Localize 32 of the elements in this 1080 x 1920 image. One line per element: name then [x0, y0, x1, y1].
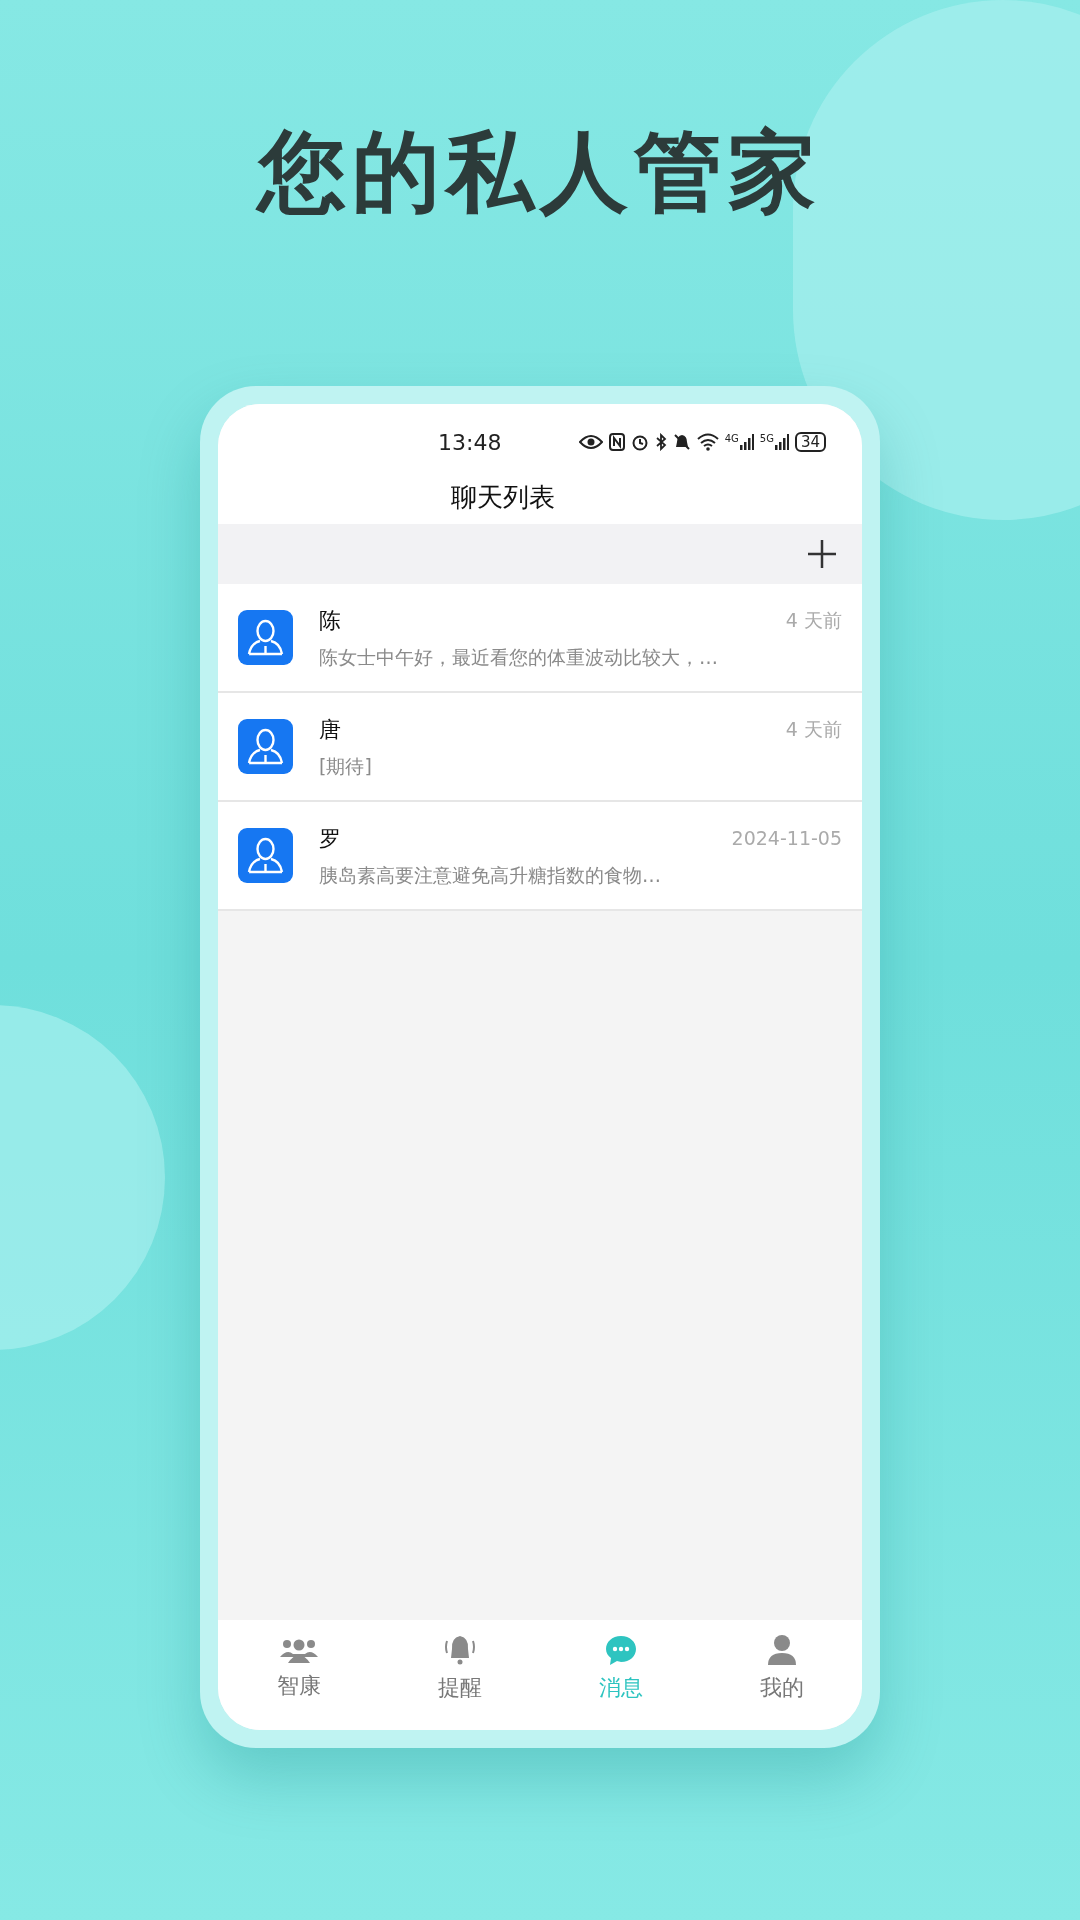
message-time: 4 天前	[785, 717, 842, 742]
contact-name: 陈	[319, 606, 341, 635]
network-type-label: 5G	[759, 434, 774, 444]
chat-list-item[interactable]: 唐 4 天前 [期待]	[218, 693, 862, 802]
signal-icon	[739, 434, 754, 450]
message-preview: [期待]	[319, 753, 373, 779]
signal-icon	[774, 434, 789, 450]
network-type-label: 4G	[724, 434, 739, 444]
page-title: 聊天列表	[451, 480, 555, 514]
eye-icon	[578, 434, 603, 450]
tab-item[interactable]: 提醒	[379, 1620, 540, 1716]
plus-icon	[806, 538, 838, 570]
chat-list-item[interactable]: 罗 2024-11-05 胰岛素高要注意避免高升糖指数的食物…	[218, 802, 862, 911]
contact-name: 唐	[319, 715, 341, 744]
tab-item[interactable]: 我的	[701, 1620, 862, 1716]
message-preview: 陈女士中午好，最近看您的体重波动比较大，…	[319, 644, 719, 670]
status-time: 13:48	[438, 428, 502, 457]
message-time: 4 天前	[785, 608, 842, 633]
avatar-icon	[238, 828, 293, 883]
message-time: 2024-11-05	[731, 826, 842, 851]
tab-item[interactable]: 智康	[218, 1620, 379, 1716]
alarm-icon	[630, 433, 649, 451]
contact-name: 罗	[319, 824, 341, 853]
bluetooth-icon	[654, 433, 667, 451]
nfc-icon	[608, 433, 625, 451]
message-preview: 胰岛素高要注意避免高升糖指数的食物…	[319, 862, 662, 888]
muted-bell-icon	[672, 433, 691, 451]
chat-list-item[interactable]: 陈 4 天前 陈女士中午好，最近看您的体重波动比较大，…	[218, 584, 862, 693]
battery-level: 34	[794, 432, 826, 452]
avatar-icon	[238, 719, 293, 774]
wifi-icon	[696, 433, 719, 451]
avatar-icon	[238, 610, 293, 665]
